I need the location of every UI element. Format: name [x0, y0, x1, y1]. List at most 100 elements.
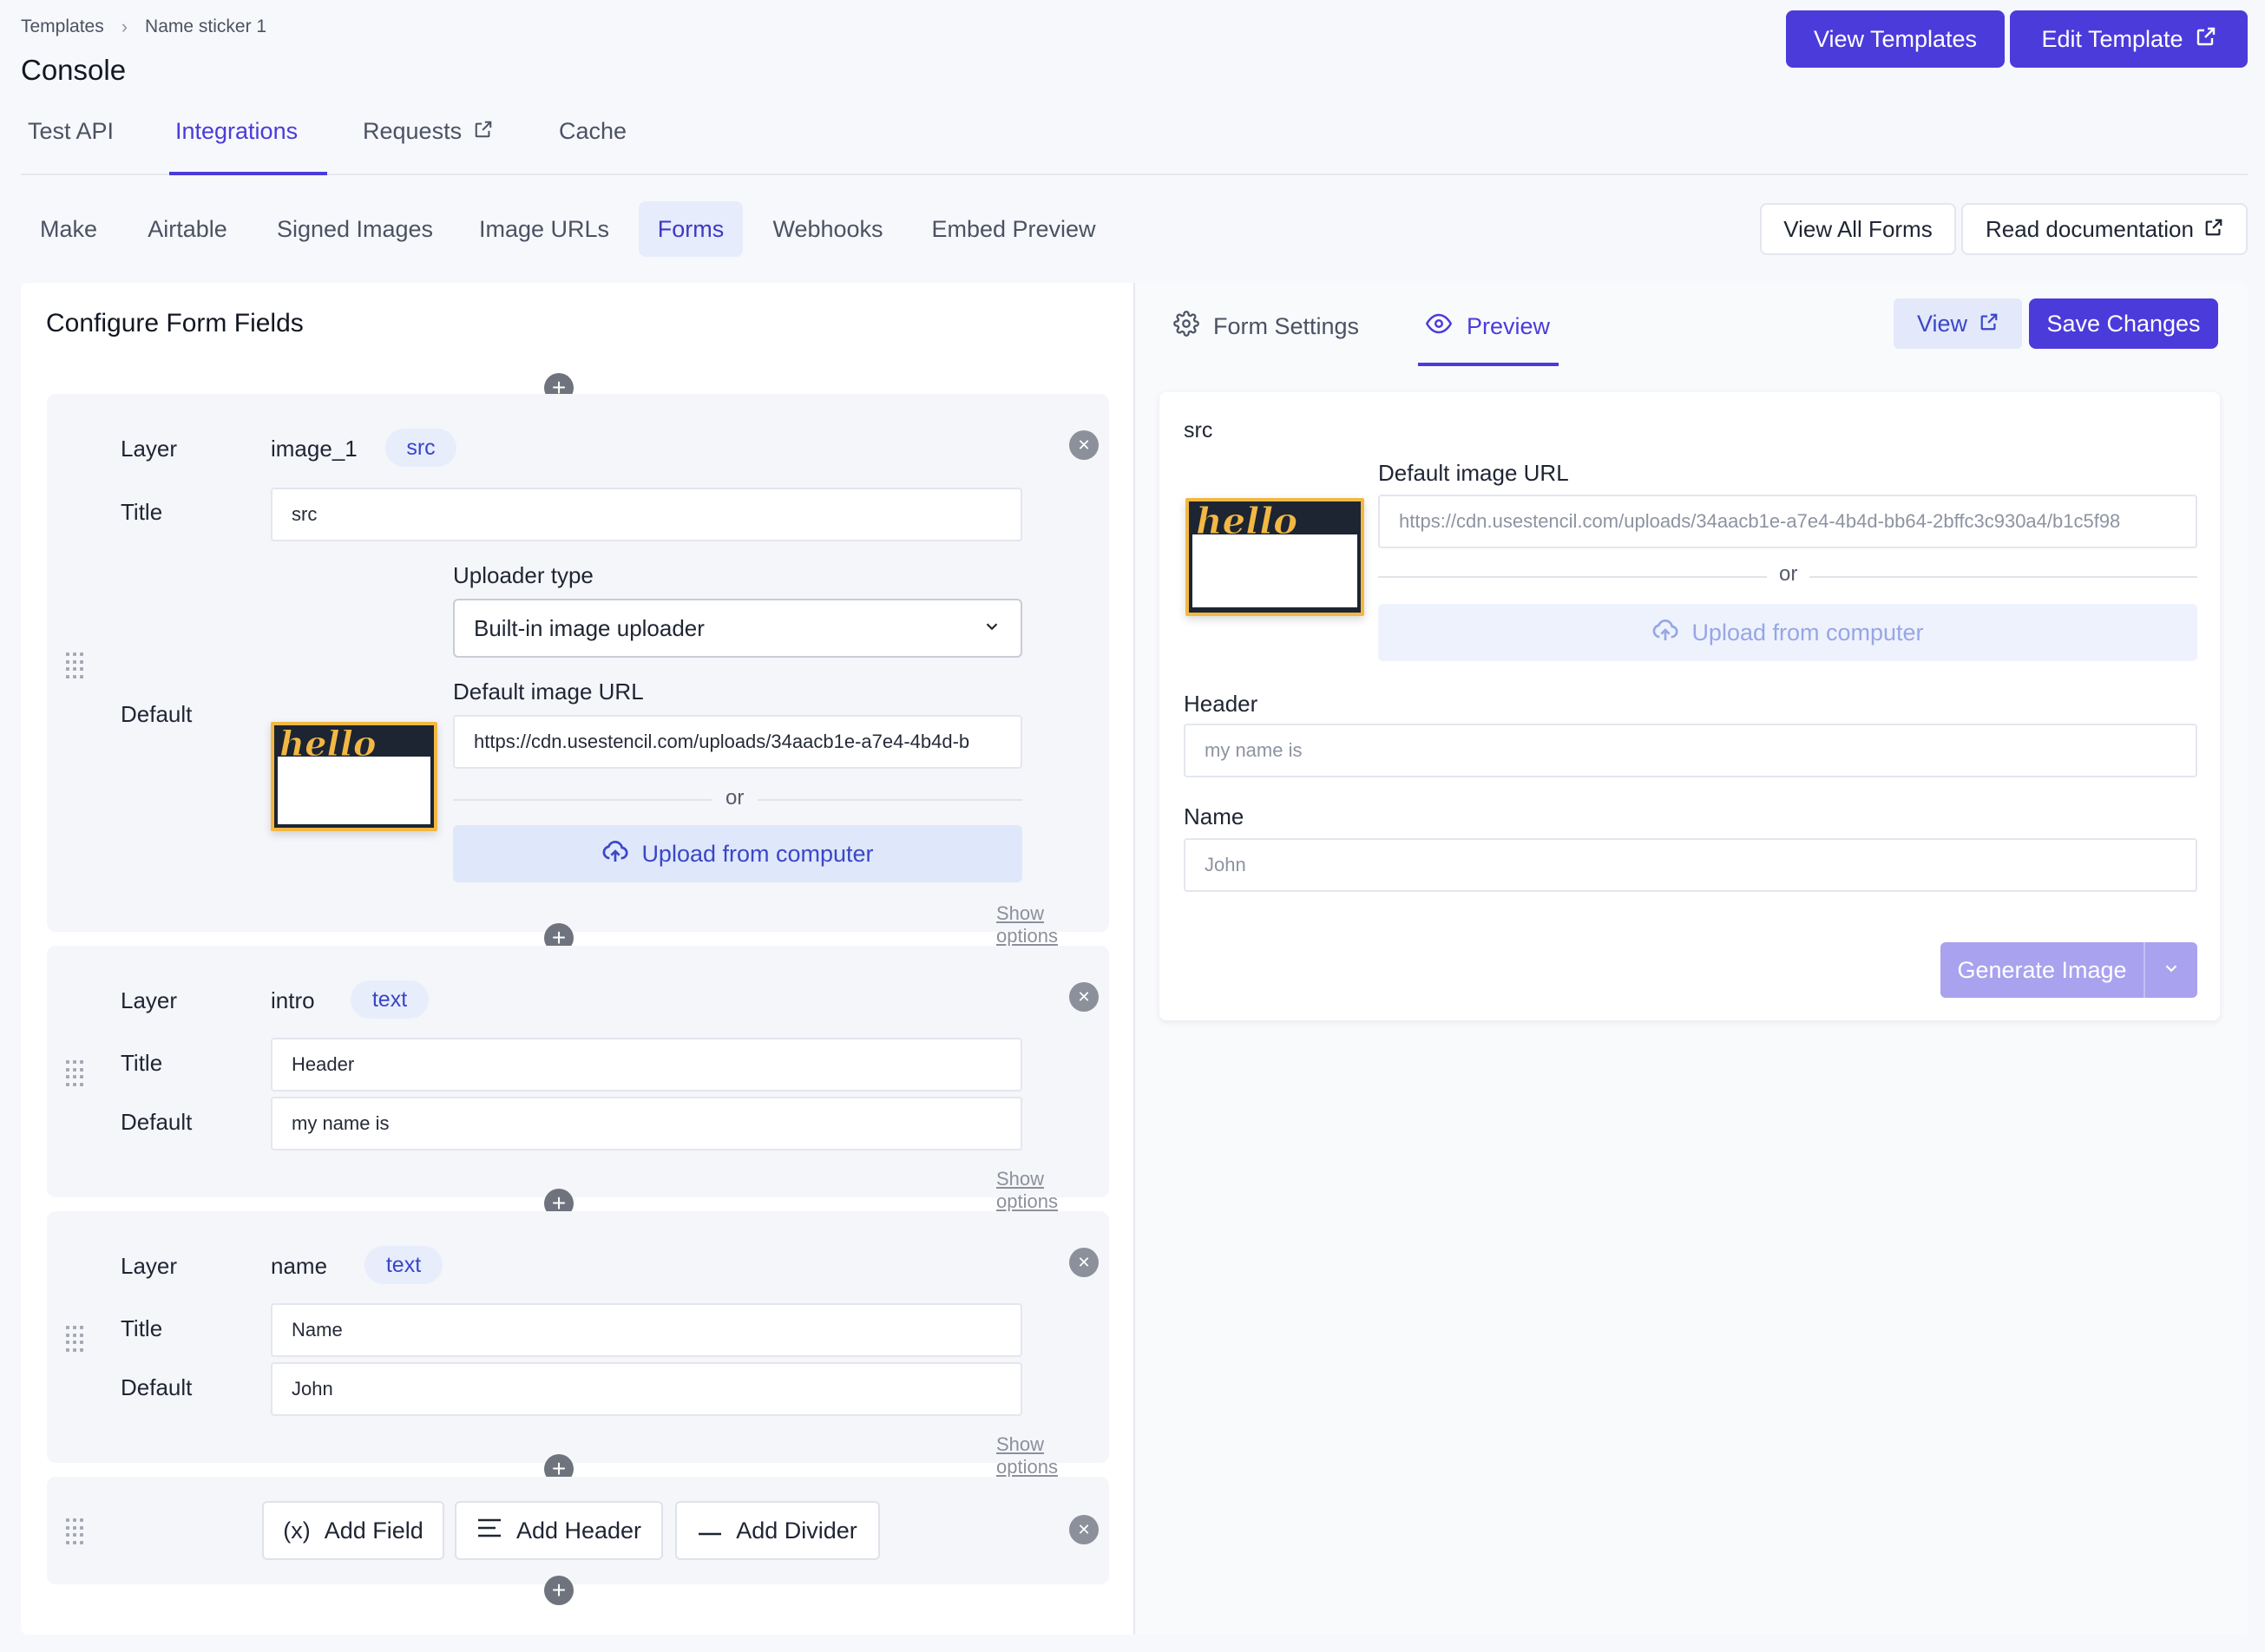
layer-label: Layer	[121, 987, 178, 1013]
subtab-embed-preview[interactable]: Embed Preview	[920, 201, 1107, 257]
view-all-forms-label: View All Forms	[1783, 215, 1933, 242]
configure-form-fields-heading: Configure Form Fields	[46, 309, 304, 338]
tab-test-api-label: Test API	[28, 118, 115, 144]
external-link-icon	[474, 118, 493, 145]
preview-image-url-input[interactable]: https://cdn.usestencil.com/uploads/34aac…	[1378, 495, 2197, 548]
breadcrumb: Templates › Name sticker 1	[21, 16, 266, 38]
show-options-link[interactable]: Show options	[996, 1433, 1109, 1478]
drag-handle-icon[interactable]	[66, 1518, 85, 1544]
layer-name: intro	[271, 987, 315, 1013]
default-image-url-input[interactable]: https://cdn.usestencil.com/uploads/34aac…	[453, 715, 1022, 769]
remove-field-button[interactable]: ✕	[1069, 1248, 1099, 1277]
title-input[interactable]: Header	[271, 1038, 1022, 1092]
subtab-image-urls[interactable]: Image URLs	[469, 201, 620, 257]
add-between-button[interactable]: +	[544, 1576, 574, 1605]
configure-form-fields-panel: Configure Form Fields + Layer image_1 sr…	[21, 283, 1133, 1635]
cloud-upload-icon	[601, 837, 629, 871]
close-icon: ✕	[1077, 1253, 1091, 1271]
upload-label: Upload from computer	[1691, 619, 1924, 646]
show-options-link[interactable]: Show options	[996, 902, 1109, 947]
preview-upload-button[interactable]: Upload from computer	[1378, 604, 2197, 661]
tab-preview[interactable]: Preview	[1425, 311, 1550, 343]
subtab-signed-images-label: Signed Images	[276, 215, 434, 242]
drag-handle-icon[interactable]	[66, 1060, 85, 1086]
generate-options-dropdown[interactable]	[2144, 942, 2197, 998]
layer-name: image_1	[271, 436, 358, 462]
external-link-icon	[2204, 216, 2223, 243]
show-options-link[interactable]: Show options	[996, 1168, 1109, 1213]
preview-image-thumbnail: hello	[1185, 498, 1364, 616]
remove-item-button[interactable]: ✕	[1069, 1515, 1099, 1544]
preview-name-input[interactable]: John	[1184, 838, 2197, 892]
form-settings-label: Form Settings	[1213, 313, 1360, 339]
form-preview-card: src hello Default image URL https://cdn.…	[1159, 392, 2220, 1020]
or-text: or	[712, 786, 758, 810]
active-tab-indicator	[1418, 363, 1559, 366]
add-header-label: Add Header	[515, 1517, 642, 1544]
preview-header-input[interactable]: my name is	[1184, 724, 2197, 777]
default-input[interactable]: my name is	[271, 1097, 1022, 1150]
uploader-type-select[interactable]: Built-in image uploader	[453, 599, 1022, 658]
text-lines-icon	[476, 1517, 502, 1545]
default-image-url-label: Default image URL	[1378, 460, 1569, 486]
chevron-right-icon: ›	[121, 16, 128, 37]
add-header-button[interactable]: Add Header	[455, 1501, 663, 1560]
title-label: Title	[121, 499, 163, 525]
save-changes-label: Save Changes	[2046, 310, 2201, 337]
subtab-webhooks[interactable]: Webhooks	[760, 201, 896, 257]
field-card-intro: Layer intro text ✕ Title Header Default …	[47, 946, 1109, 1212]
drag-handle-icon[interactable]	[66, 1326, 85, 1352]
generate-image-label: Generate Image	[1957, 956, 2127, 983]
external-link-icon	[2196, 26, 2216, 53]
read-documentation-button[interactable]: Read documentation	[1961, 203, 2248, 255]
add-divider-button[interactable]: Add Divider	[675, 1501, 880, 1560]
header-field-label: Header	[1184, 691, 1258, 717]
cloud-upload-icon	[1651, 616, 1679, 650]
field-card-image-1: Layer image_1 src ✕ Title src Uploader t…	[47, 394, 1109, 947]
layer-type-badge: text	[351, 980, 429, 1019]
subtab-airtable[interactable]: Airtable	[130, 201, 245, 257]
generate-image-button[interactable]: Generate Image	[1940, 942, 2197, 998]
view-templates-button[interactable]: View Templates	[1786, 10, 2005, 68]
subtab-signed-images[interactable]: Signed Images	[262, 201, 448, 257]
default-input[interactable]: John	[271, 1362, 1022, 1416]
view-all-forms-button[interactable]: View All Forms	[1760, 203, 1956, 255]
add-field-button[interactable]: (x) Add Field	[262, 1501, 444, 1560]
add-divider-label: Add Divider	[736, 1517, 857, 1544]
default-label: Default	[121, 701, 193, 727]
view-templates-label: View Templates	[1813, 25, 1978, 52]
tab-integrations[interactable]: Integrations	[175, 118, 298, 145]
view-form-button[interactable]: View	[1894, 298, 2022, 349]
drag-handle-icon[interactable]	[66, 652, 85, 678]
default-image-thumbnail: hello	[271, 722, 437, 831]
subtab-airtable-label: Airtable	[148, 215, 227, 242]
tab-cache[interactable]: Cache	[559, 118, 627, 145]
tab-integrations-label: Integrations	[175, 118, 299, 144]
field-card-name: Layer name text ✕ Title Name Default Joh…	[47, 1211, 1109, 1478]
tab-form-settings[interactable]: Form Settings	[1173, 311, 1359, 343]
default-label: Default	[121, 1109, 193, 1135]
edit-template-button[interactable]: Edit Template	[2010, 10, 2248, 68]
eye-icon	[1425, 311, 1453, 343]
subtab-forms[interactable]: Forms	[639, 201, 743, 257]
plus-icon: +	[551, 1577, 567, 1603]
thumbnail-hello-text: hello	[1195, 500, 1298, 543]
default-image-url-label: Default image URL	[453, 678, 644, 705]
remove-field-button[interactable]: ✕	[1069, 430, 1099, 460]
upload-from-computer-button[interactable]: Upload from computer	[453, 825, 1022, 882]
chevron-down-icon	[2162, 957, 2181, 984]
save-changes-button[interactable]: Save Changes	[2029, 298, 2218, 349]
console-tabs: Test API Integrations Requests Cache	[21, 113, 2248, 175]
title-input[interactable]: Name	[271, 1303, 1022, 1357]
title-input[interactable]: src	[271, 488, 1022, 541]
edit-template-label: Edit Template	[2041, 25, 2183, 52]
name-field-label: Name	[1184, 803, 1244, 829]
tab-requests[interactable]: Requests	[363, 118, 493, 145]
tab-test-api[interactable]: Test API	[28, 118, 114, 145]
subtab-make[interactable]: Make	[21, 201, 116, 257]
thumbnail-hello-text: hello	[279, 724, 378, 765]
breadcrumb-templates-link[interactable]: Templates	[21, 16, 104, 37]
title-label: Title	[121, 1050, 163, 1076]
remove-field-button[interactable]: ✕	[1069, 982, 1099, 1012]
subtab-forms-label: Forms	[657, 215, 725, 242]
